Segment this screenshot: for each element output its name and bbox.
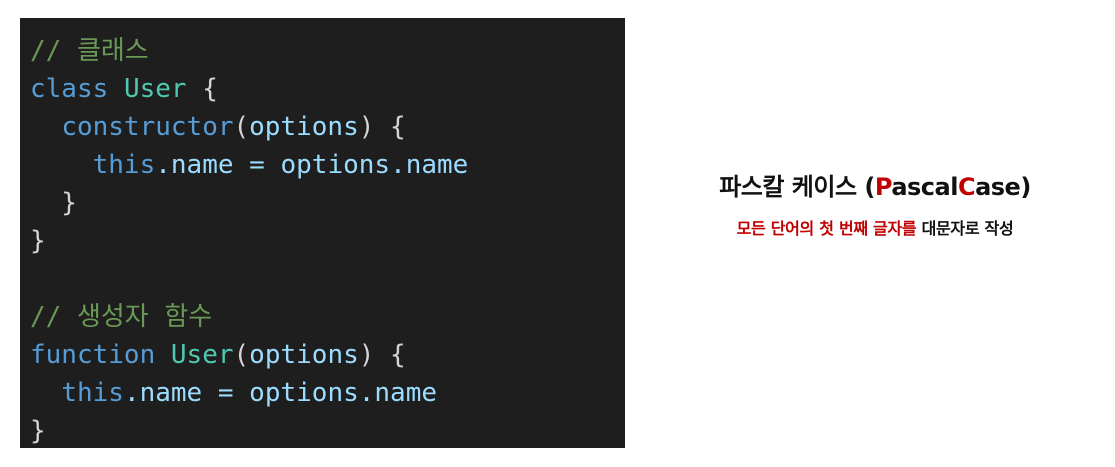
code-line-5: } — [30, 184, 625, 222]
code-line-3: constructor(options) { — [30, 108, 625, 146]
code-line-2: class User { — [30, 70, 625, 108]
paren-close-brace: ) { — [358, 340, 406, 370]
title-highlight-c: C — [957, 173, 976, 201]
assign-name: .name = — [155, 150, 281, 180]
param-options: options — [249, 340, 359, 370]
brace-close-outer: } — [30, 226, 46, 256]
title-prefix: 파스칼 케이스 ( — [719, 173, 875, 201]
comment-class: // 클래스 — [30, 36, 149, 66]
code-line-1: // 클래스 — [30, 32, 625, 70]
keyword-function: function — [30, 340, 156, 370]
keyword-this: this — [92, 150, 156, 180]
brace-close-function: } — [30, 416, 46, 446]
param-options: options — [249, 112, 359, 142]
constructor-keyword: constructor — [61, 112, 234, 142]
description-title: 파스칼 케이스 (PascalCase) — [660, 170, 1090, 204]
assign-name: .name = — [123, 378, 250, 408]
brace-close-inner: } — [30, 188, 77, 218]
options-ref: options — [249, 378, 359, 408]
dot-name: .name — [358, 378, 438, 408]
keyword-class: class — [30, 74, 109, 104]
subtitle-rest: 대문자로 작성 — [916, 219, 1014, 238]
title-highlight-p: P — [874, 173, 892, 201]
code-editor-panel: // 클래스 class User { constructor(options)… — [20, 18, 625, 448]
paren-close-brace: ) { — [358, 112, 406, 142]
brace-open: { — [186, 74, 218, 104]
title-suffix: ) — [1020, 173, 1031, 201]
paren-open: ( — [233, 340, 250, 370]
code-line-4: this.name = options.name — [30, 146, 625, 184]
subtitle-highlight: 모든 단어의 첫 번째 글자를 — [736, 219, 917, 238]
title-ascal: ascal — [891, 173, 958, 201]
code-line-11: } — [30, 412, 625, 448]
code-line-6: } — [30, 222, 625, 260]
dot-name: .name — [390, 150, 469, 180]
options-ref: options — [280, 150, 391, 180]
keyword-this: this — [61, 378, 124, 408]
code-line-8: // 생성자 함수 — [30, 298, 625, 336]
function-name: User — [170, 340, 234, 370]
paren-open: ( — [233, 112, 250, 142]
description-subtitle: 모든 단어의 첫 번째 글자를 대문자로 작성 — [660, 218, 1090, 240]
code-line-9: function User(options) { — [30, 336, 625, 374]
comment-constructor-function: // 생성자 함수 — [30, 302, 213, 332]
title-ase: ase — [975, 173, 1021, 201]
code-line-10: this.name = options.name — [30, 374, 625, 412]
class-name: User — [123, 74, 187, 104]
description-block: 파스칼 케이스 (PascalCase) 모든 단어의 첫 번째 글자를 대문자… — [660, 170, 1090, 240]
